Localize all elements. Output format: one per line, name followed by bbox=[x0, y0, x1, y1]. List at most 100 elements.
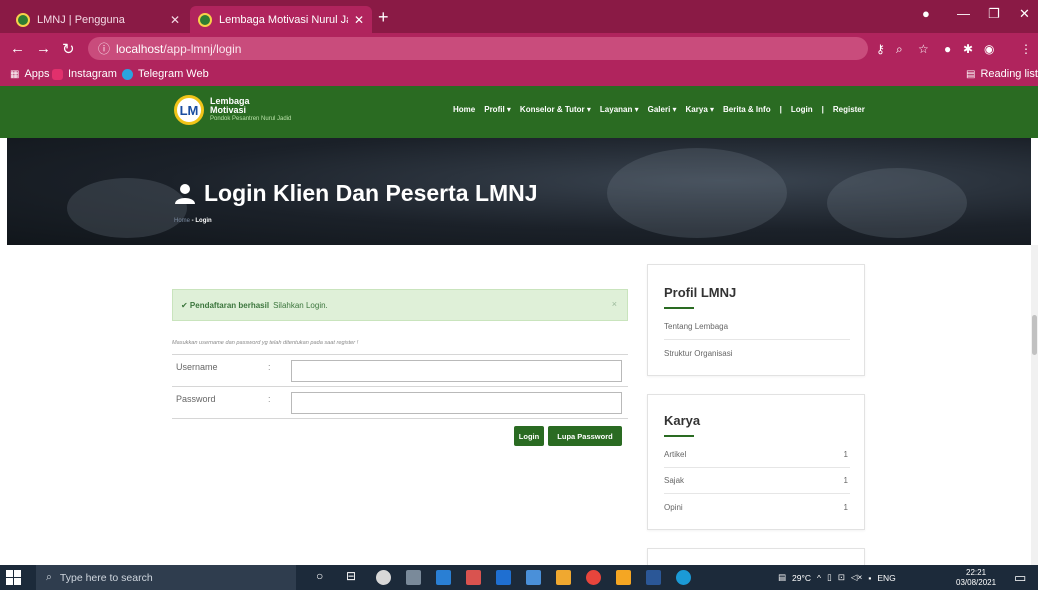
camera-app-icon[interactable] bbox=[406, 570, 421, 585]
url-input[interactable]: ⓘ localhost/app-lmnj/login bbox=[88, 37, 868, 60]
bookmark-apps[interactable]: ▦ Apps bbox=[10, 68, 50, 80]
weather-temp[interactable]: 29°C bbox=[792, 573, 811, 583]
user-icon bbox=[175, 183, 195, 204]
profil-link-struktur[interactable]: Struktur Organisasi bbox=[664, 340, 850, 366]
menu-karya[interactable]: Karya ▾ bbox=[686, 105, 714, 114]
info-icon: ⓘ bbox=[98, 42, 111, 56]
search-icon: ⌕ bbox=[46, 571, 52, 583]
reading-list-button[interactable]: ▤ Reading list bbox=[966, 68, 1038, 80]
breadcrumb-home[interactable]: Home bbox=[174, 218, 190, 224]
alert-message: Silahkan Login. bbox=[273, 300, 328, 310]
karya-widget: Karya Artikel 1 Sajak 1 Opini 1 bbox=[647, 394, 865, 530]
forward-icon[interactable]: → bbox=[36, 40, 51, 57]
app-icon[interactable] bbox=[466, 570, 481, 585]
login-button[interactable]: Login bbox=[514, 426, 544, 446]
karya-count: 1 bbox=[843, 450, 848, 459]
network-icon[interactable]: ⊡ bbox=[838, 572, 845, 583]
close-window-icon[interactable]: ✕ bbox=[1019, 6, 1030, 22]
site-favicon-icon bbox=[198, 12, 212, 27]
taskbar-search-input[interactable]: ⌕ Type here to search bbox=[36, 565, 296, 590]
maximize-icon[interactable]: ❐ bbox=[988, 6, 1000, 22]
page-scrollbar[interactable] bbox=[1031, 245, 1038, 565]
app-icon[interactable] bbox=[556, 570, 571, 585]
app-icon[interactable] bbox=[376, 570, 391, 585]
menu-konselor-tutor[interactable]: Konselor & Tutor ▾ bbox=[520, 105, 591, 114]
star-icon[interactable]: ☆ bbox=[918, 42, 929, 56]
menu-galeri[interactable]: Galeri ▾ bbox=[648, 105, 677, 114]
karya-link-artikel[interactable]: Artikel 1 bbox=[664, 442, 850, 468]
username-label: Username bbox=[176, 362, 218, 372]
karya-count: 1 bbox=[843, 476, 848, 485]
taskbar-clock[interactable]: 22:21 03/08/2021 bbox=[956, 568, 996, 588]
page-title: Login Klien Dan Peserta LMNJ bbox=[174, 180, 538, 207]
menu-home[interactable]: Home bbox=[453, 105, 475, 114]
menu-layanan[interactable]: Layanan ▾ bbox=[600, 105, 639, 114]
username-input[interactable] bbox=[291, 360, 622, 382]
minimize-icon[interactable]: — bbox=[957, 6, 970, 21]
menu-dots-icon[interactable]: ⋮ bbox=[1020, 42, 1032, 56]
divider bbox=[172, 418, 628, 419]
app-tray-icon[interactable]: ▪ bbox=[868, 573, 871, 583]
divider bbox=[172, 386, 628, 387]
url-path: /app-lmnj/login bbox=[163, 41, 242, 56]
breadcrumb-current: Login bbox=[195, 218, 212, 224]
forgot-password-button[interactable]: Lupa Password bbox=[548, 426, 622, 446]
extension-icon[interactable]: ● bbox=[944, 42, 951, 56]
karya-link-opini[interactable]: Opini 1 bbox=[664, 494, 850, 520]
bookmark-instagram[interactable]: Instagram bbox=[52, 68, 117, 80]
puzzle-icon[interactable]: ✱ bbox=[963, 42, 973, 56]
word-icon[interactable] bbox=[646, 570, 661, 585]
menu-separator: | bbox=[821, 105, 824, 114]
title-underline bbox=[664, 435, 694, 437]
close-tab-icon[interactable]: ✕ bbox=[170, 13, 180, 27]
karya-label: Opini bbox=[664, 502, 683, 512]
tray-chevron-icon[interactable]: ^ bbox=[817, 573, 821, 583]
tab-pengguna[interactable]: LMNJ | Pengguna ✕ bbox=[8, 6, 188, 33]
karya-link-sajak[interactable]: Sajak 1 bbox=[664, 468, 850, 494]
chrome-icon[interactable] bbox=[586, 570, 601, 585]
menu-register[interactable]: Register bbox=[833, 105, 865, 114]
karya-widget-title: Karya bbox=[664, 413, 701, 428]
profil-link-label: Struktur Organisasi bbox=[664, 348, 733, 358]
password-input[interactable] bbox=[291, 392, 622, 414]
key-icon[interactable]: ⚷ bbox=[876, 42, 885, 56]
bookmark-telegram[interactable]: Telegram Web bbox=[122, 68, 209, 80]
apps-grid-icon: ▦ bbox=[10, 68, 20, 80]
reload-icon[interactable]: ↻ bbox=[62, 40, 75, 58]
battery-icon[interactable]: ▯ bbox=[827, 572, 832, 583]
profile-circle-icon[interactable]: ● bbox=[922, 6, 930, 21]
profil-link-tentang[interactable]: Tentang Lembaga bbox=[664, 314, 850, 340]
close-icon[interactable]: × bbox=[612, 299, 617, 309]
menu-berita-info[interactable]: Berita & Info bbox=[723, 105, 771, 114]
task-view-icon[interactable]: ⊟ bbox=[346, 569, 361, 584]
os-taskbar: ⌕ Type here to search ○ ⊟ ▤ 29°C ^ ▯ ⊡ ◁… bbox=[0, 565, 1038, 590]
search-placeholder: Type here to search bbox=[59, 571, 153, 584]
app-icon[interactable] bbox=[616, 570, 631, 585]
notification-icon[interactable]: ▭ bbox=[1014, 570, 1026, 586]
menu-login[interactable]: Login bbox=[791, 105, 813, 114]
karya-count: 1 bbox=[843, 502, 848, 512]
site-favicon-icon bbox=[16, 12, 30, 27]
windows-start-icon[interactable] bbox=[6, 570, 21, 585]
volume-icon[interactable]: ◁× bbox=[851, 572, 863, 583]
back-icon[interactable]: ← bbox=[10, 40, 25, 57]
logo-text: Lembaga Motivasi Pondok Pesantren Nurul … bbox=[210, 96, 291, 124]
close-tab-icon[interactable]: ✕ bbox=[354, 13, 364, 27]
zoom-icon[interactable]: ⌕ bbox=[896, 42, 903, 57]
tab-lembaga[interactable]: Lembaga Motivasi Nurul Jadid - L ✕ bbox=[190, 6, 372, 33]
cortana-icon[interactable]: ○ bbox=[316, 569, 331, 584]
scrollbar-thumb[interactable] bbox=[1032, 315, 1037, 355]
app-icon[interactable] bbox=[496, 570, 511, 585]
new-tab-icon[interactable]: + bbox=[378, 7, 389, 28]
site-logo[interactable]: LM Lembaga Motivasi Pondok Pesantren Nur… bbox=[174, 95, 291, 125]
file-explorer-icon[interactable] bbox=[526, 570, 541, 585]
weather-icon: ▤ bbox=[778, 572, 787, 582]
app-icon[interactable] bbox=[676, 570, 691, 585]
title-underline bbox=[664, 307, 694, 309]
language-indicator[interactable]: ENG bbox=[877, 573, 895, 583]
telegram-icon bbox=[122, 68, 133, 80]
vscode-icon[interactable] bbox=[436, 570, 451, 585]
karya-label: Sajak bbox=[664, 476, 685, 485]
menu-profil[interactable]: Profil ▾ bbox=[484, 105, 511, 114]
avatar[interactable]: ◉ bbox=[984, 42, 994, 56]
